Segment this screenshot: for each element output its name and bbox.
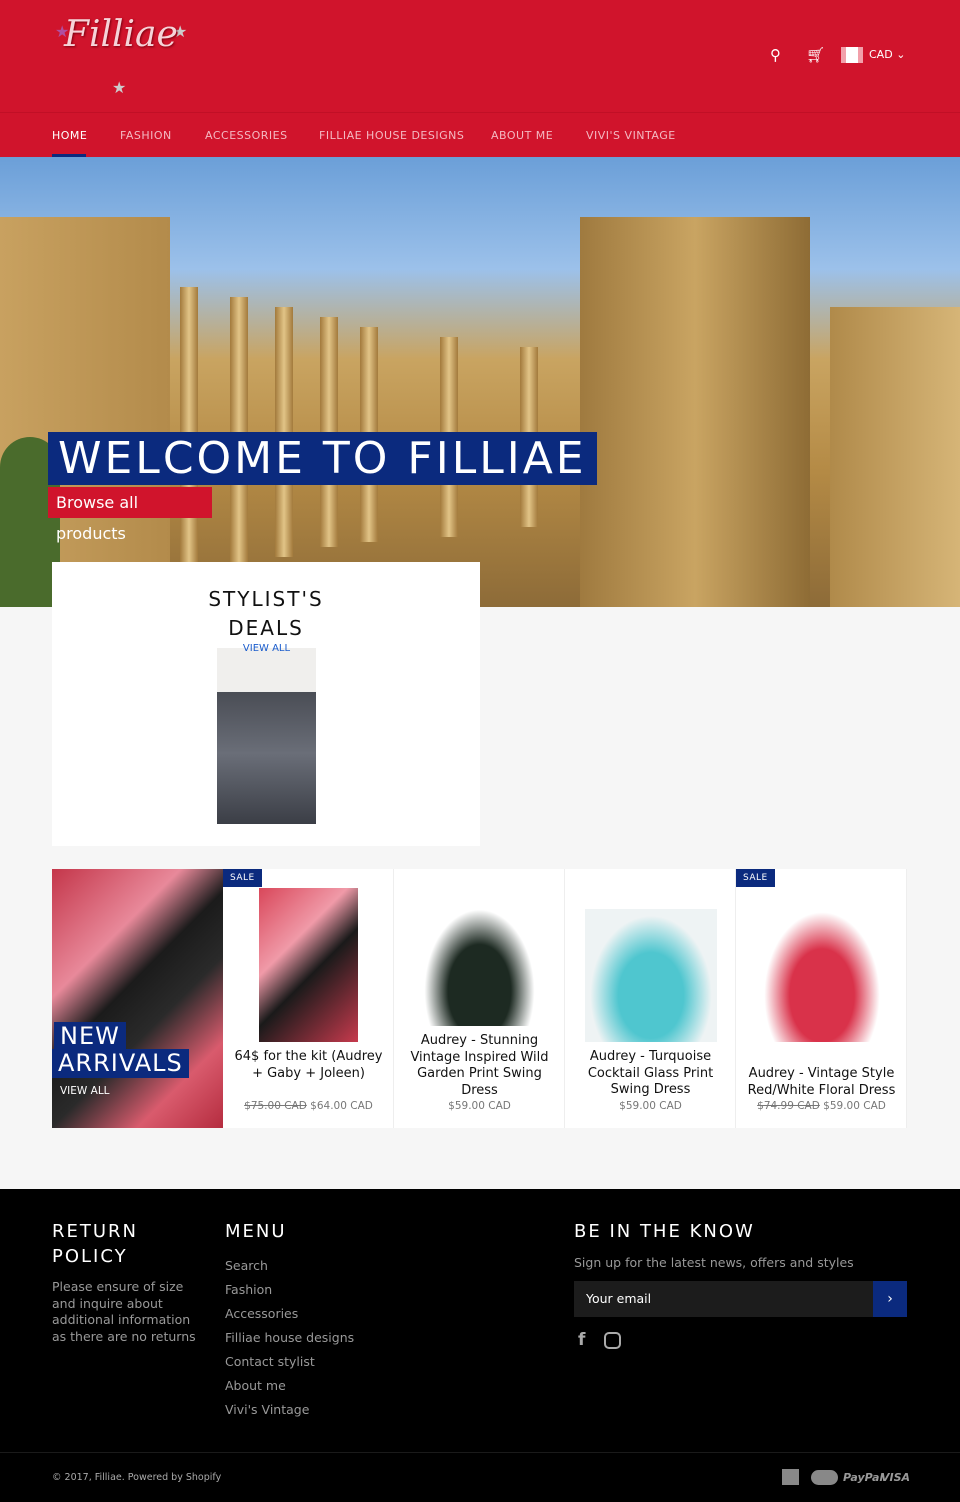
currency-selector[interactable]: CAD ⌄ <box>869 48 905 61</box>
product-price: $75.00 CAD $64.00 CAD <box>223 1100 394 1112</box>
search-icon[interactable]: ⚲ <box>770 46 781 64</box>
facebook-icon[interactable]: f <box>578 1330 585 1350</box>
site-footer <box>0 1189 960 1502</box>
canada-flag-icon <box>841 47 863 63</box>
stylist-deals-image[interactable] <box>217 648 316 824</box>
browse-all-products-button[interactable]: Browse all products <box>48 487 212 543</box>
sale-price: $64.00 CAD <box>310 1100 373 1112</box>
nav-filliae-house-designs[interactable]: FILLIAE HOUSE DESIGNS <box>319 129 464 142</box>
product-image[interactable] <box>259 888 358 1042</box>
return-policy-text: Please ensure of size and inquire about … <box>52 1279 196 1344</box>
product-card[interactable]: Audrey - Stunning Vintage Inspired Wild … <box>394 869 565 1128</box>
footer-link-contact-stylist[interactable]: Contact stylist <box>225 1350 354 1374</box>
copyright: © 2017, Filliae. Powered by Shopify <box>52 1472 222 1483</box>
product-card[interactable]: Audrey - Turquoise Cocktail Glass Print … <box>565 869 736 1128</box>
nav-vivis-vintage[interactable]: VIVI'S VINTAGE <box>586 129 676 142</box>
nav-home[interactable]: HOME <box>52 129 87 142</box>
sale-badge: SALE <box>736 869 775 887</box>
new-arrivals-line2: ARRIVALS <box>52 1049 189 1078</box>
sale-badge: SALE <box>223 869 262 887</box>
amex-icon <box>782 1469 799 1485</box>
paypal-icon: PayPal <box>843 1471 884 1484</box>
title-line: DEALS <box>228 616 304 640</box>
old-price: $75.00 CAD <box>244 1100 307 1112</box>
footer-link-search[interactable]: Search <box>225 1254 354 1278</box>
title-line: STYLIST'S <box>208 587 324 611</box>
product-image[interactable] <box>585 909 717 1042</box>
footer-link-fashion[interactable]: Fashion <box>225 1278 354 1302</box>
product-card[interactable]: SALE 64$ for the kit (Audrey + Gaby + Jo… <box>223 869 394 1128</box>
footer-menu: Search Fashion Accessories Filliae house… <box>225 1254 354 1422</box>
product-title[interactable]: 64$ for the kit (Audrey + Gaby + Joleen) <box>233 1049 384 1082</box>
price: $59.00 CAD <box>448 1100 511 1112</box>
mastercard-icon <box>811 1470 838 1485</box>
chevron-down-icon: ⌄ <box>896 48 906 61</box>
new-arrivals-line1: NEW <box>54 1022 126 1051</box>
star-icon: ★ <box>112 78 127 97</box>
instagram-icon[interactable] <box>604 1332 621 1349</box>
title-line: RETURN <box>52 1221 139 1242</box>
footer-link-filliae-house-designs[interactable]: Filliae house designs <box>225 1326 354 1350</box>
nav-accessories[interactable]: ACCESSORIES <box>205 129 288 142</box>
title-line: POLICY <box>52 1246 128 1267</box>
menu-title: MENU <box>225 1221 287 1242</box>
product-image[interactable] <box>762 909 882 1042</box>
nav-about-me[interactable]: ABOUT ME <box>491 129 553 142</box>
product-image[interactable] <box>424 909 535 1026</box>
chevron-right-icon: › <box>887 1291 893 1307</box>
product-title[interactable]: Audrey - Turquoise Cocktail Glass Print … <box>575 1049 726 1099</box>
product-title[interactable]: Audrey - Vintage Style Red/White Floral … <box>746 1066 897 1099</box>
stylist-view-all-link[interactable]: VIEW ALL <box>217 643 316 654</box>
visa-icon: VISA <box>881 1471 911 1484</box>
product-price: $59.00 CAD <box>394 1100 565 1112</box>
footer-link-vivis-vintage[interactable]: Vivi's Vintage <box>225 1398 354 1422</box>
logo-text: Filliae <box>64 14 178 55</box>
newsletter-title: BE IN THE KNOW <box>574 1221 755 1242</box>
return-policy-title: RETURN POLICY <box>52 1219 138 1269</box>
footer-link-about-me[interactable]: About me <box>225 1374 354 1398</box>
price: $59.00 CAD <box>619 1100 682 1112</box>
old-price: $74.99 CAD <box>757 1100 820 1112</box>
stylist-deals-title: STYLIST'S DEALS <box>52 585 480 643</box>
product-card[interactable]: SALE Audrey - Vintage Style Red/White Fl… <box>736 869 907 1128</box>
product-title[interactable]: Audrey - Stunning Vintage Inspired Wild … <box>404 1033 555 1099</box>
nav-fashion[interactable]: FASHION <box>120 129 172 142</box>
currency-label: CAD <box>869 48 893 61</box>
new-arrivals-tile[interactable]: NEW ARRIVALS VIEW ALL <box>52 869 223 1128</box>
footer-divider <box>0 1452 960 1453</box>
product-price: $74.99 CAD $59.00 CAD <box>736 1100 907 1112</box>
subscribe-button[interactable]: › <box>873 1281 907 1317</box>
hero-image <box>0 157 960 607</box>
product-price: $59.00 CAD <box>565 1100 736 1112</box>
cart-icon[interactable]: 🛒︎ <box>806 46 825 64</box>
newsletter-text: Sign up for the latest news, offers and … <box>574 1255 854 1270</box>
footer-link-accessories[interactable]: Accessories <box>225 1302 354 1326</box>
email-input[interactable]: Your email <box>574 1281 873 1317</box>
hero-title: WELCOME TO FILLIAE <box>48 432 597 485</box>
new-arrivals-view-all[interactable]: VIEW ALL <box>60 1085 110 1097</box>
sale-price: $59.00 CAD <box>823 1100 886 1112</box>
